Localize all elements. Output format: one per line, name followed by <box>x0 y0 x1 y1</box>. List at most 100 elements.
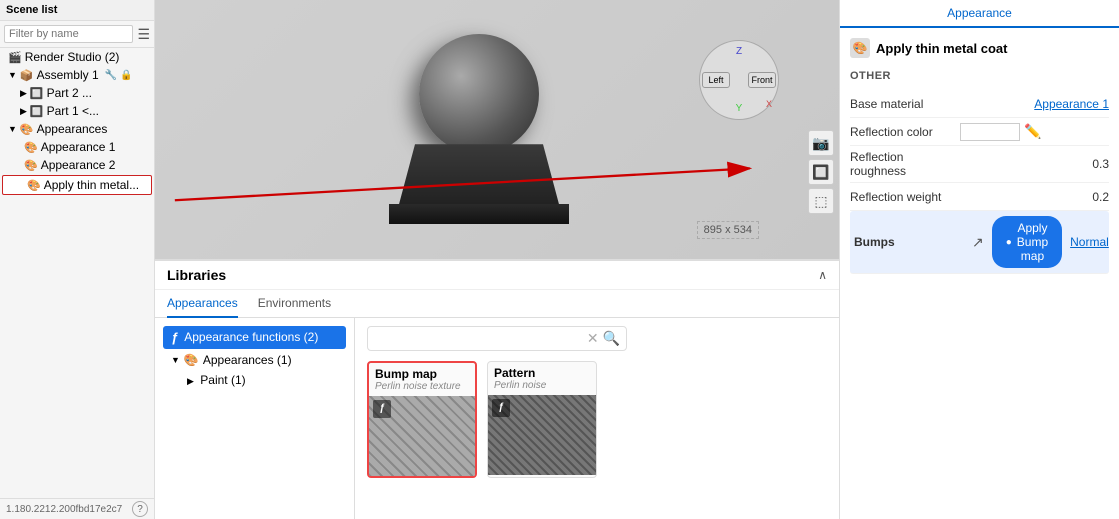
prop-reflection-roughness: Reflection roughness 0.3 <box>850 146 1109 183</box>
libraries-collapse-icon[interactable]: ∧ <box>818 268 827 282</box>
tab-appearance[interactable]: Appearance <box>840 0 1119 28</box>
tree-item-render-studio[interactable]: 🎬 Render Studio (2) <box>0 48 154 66</box>
prop-value-base-material[interactable]: Appearance 1 <box>960 97 1109 111</box>
prop-base-material: Base material Appearance 1 <box>850 90 1109 118</box>
item-name: Pattern <box>494 366 590 380</box>
expand-arrow-icon: ▼ <box>8 70 17 80</box>
orientation-gizmo[interactable]: Z Y Left Front X <box>699 40 779 120</box>
wrench-icon: 🔧 <box>105 70 117 81</box>
scene-list-header: Scene list <box>0 0 154 21</box>
appearance-icon: 🎨 <box>24 159 38 172</box>
viewport-tool-btn-3[interactable]: ⬚ <box>808 188 834 214</box>
gizmo-z-label: Z <box>736 46 742 57</box>
libraries-main-content: perlin ✕ 🔍 Bump map Perlin noise texture <box>355 318 839 519</box>
item-thumbnail: ƒ <box>488 395 596 475</box>
tree-item-apply-thin-metal[interactable]: 🎨 Apply thin metal... <box>2 175 152 195</box>
sidebar-appearance-functions[interactable]: ƒ Appearance functions (2) <box>163 326 346 349</box>
libraries-sidebar: ƒ Appearance functions (2) ▼ 🎨 Appearanc… <box>155 318 355 519</box>
gizmo-x-label: X <box>766 99 772 109</box>
sidebar-filter-bar: ☰ <box>0 21 154 48</box>
item-name: Bump map <box>375 367 469 381</box>
help-button[interactable]: ? <box>132 501 148 517</box>
gizmo-y-label: Y <box>736 103 743 114</box>
tab-appearances[interactable]: Appearances <box>167 290 238 318</box>
pedestal-base-object <box>389 204 569 224</box>
scene-sidebar: Scene list ☰ 🎬 Render Studio (2) ▼ 📦 Ass… <box>0 0 155 519</box>
tree-item-label: Appearance 1 <box>41 140 116 154</box>
filter-menu-icon[interactable]: ☰ <box>137 26 150 43</box>
function-thumb-icon: ƒ <box>373 400 391 418</box>
libraries-content: ƒ Appearance functions (2) ▼ 🎨 Appearanc… <box>155 318 839 519</box>
section-other-header: Other <box>850 70 1109 82</box>
search-submit-icon[interactable]: 🔍 <box>603 330 620 347</box>
sphere-object <box>419 34 539 154</box>
item-card-header: Pattern Perlin noise <box>488 362 596 395</box>
tree-item-label: Apply thin metal... <box>44 178 139 192</box>
reflection-color-edit-icon[interactable]: ✏️ <box>1024 123 1041 140</box>
sidebar-item-label: Appearance functions (2) <box>184 330 318 344</box>
tree-item-label: Appearances <box>37 122 108 136</box>
tree-item-label: Render Studio (2) <box>25 50 120 64</box>
viewport[interactable]: Z Y Left Front X 📷 🔲 ⬚ 895 x 534 <box>155 0 839 259</box>
item-sub: Perlin noise <box>494 380 590 391</box>
center-area: Z Y Left Front X 📷 🔲 ⬚ 895 x 534 <box>155 0 839 519</box>
panel-title-icon: 🎨 <box>850 38 870 58</box>
function-icon: ƒ <box>171 330 178 345</box>
sidebar-paint[interactable]: ▶ Paint (1) <box>163 371 346 389</box>
apply-bump-map-button[interactable]: ● Apply Bump map <box>992 216 1062 268</box>
tree-item-appearance1[interactable]: 🎨 Appearance 1 <box>0 138 154 156</box>
viewport-toolbar: 📷 🔲 ⬚ <box>808 130 834 214</box>
search-input[interactable]: perlin <box>374 331 583 345</box>
reflection-color-swatch[interactable] <box>960 123 1020 141</box>
gizmo-front-face[interactable]: Front <box>748 72 776 88</box>
panel-tabs: Appearance <box>840 0 1119 28</box>
appearances-icon: 🎨 <box>20 123 34 136</box>
prop-value-reflection-roughness: 0.3 <box>960 157 1109 171</box>
item-card-pattern[interactable]: Pattern Perlin noise ƒ <box>487 361 597 478</box>
prop-value-bumps[interactable]: Normal <box>1070 235 1109 249</box>
prop-label-reflection-color: Reflection color <box>850 125 960 139</box>
item-card-bump-map[interactable]: Bump map Perlin noise texture ƒ <box>367 361 477 478</box>
viewport-tool-btn-1[interactable]: 📷 <box>808 130 834 156</box>
tree-item-assembly1[interactable]: ▼ 📦 Assembly 1 🔧 🔒 <box>0 66 154 84</box>
tree-item-label: Assembly 1 <box>37 68 99 82</box>
libraries-panel: Libraries ∧ Appearances Environments ƒ A… <box>155 259 839 519</box>
apply-bump-btn-label: Apply Bump map <box>1017 221 1048 263</box>
lock-icon: 🔒 <box>120 70 132 81</box>
part-icon: 🔲 <box>30 87 44 100</box>
expand-arrow-icon: ▼ <box>171 355 180 365</box>
items-grid: Bump map Perlin noise texture ƒ Pattern <box>367 361 827 478</box>
tree-item-appearances-group[interactable]: ▼ 🎨 Appearances <box>0 120 154 138</box>
search-bar: perlin ✕ 🔍 <box>367 326 627 351</box>
search-clear-icon[interactable]: ✕ <box>587 330 599 347</box>
expand-arrow-icon: ▶ <box>20 88 27 99</box>
version-text: 1.180.2212.200fbd17e2c7 <box>6 504 122 515</box>
gizmo-left-face[interactable]: Left <box>702 72 730 88</box>
expand-arrow-icon: ▶ <box>20 106 27 117</box>
filter-input[interactable] <box>4 25 133 43</box>
sidebar-group-label: Appearances (1) <box>203 353 292 367</box>
prop-label-base-material: Base material <box>850 97 960 111</box>
expand-arrow-icon: ▶ <box>187 376 194 386</box>
function-thumb-icon: ƒ <box>492 399 510 417</box>
tree-item-part2[interactable]: ▶ 🔲 Part 2 ... <box>0 84 154 102</box>
scene-tree: 🎬 Render Studio (2) ▼ 📦 Assembly 1 🔧 🔒 ▶ <box>0 48 154 498</box>
libraries-header: Libraries ∧ <box>155 261 839 290</box>
prop-reflection-color: Reflection color ✏️ <box>850 118 1109 146</box>
prop-label-reflection-roughness: Reflection roughness <box>850 150 960 178</box>
cursor-icon: ↗ <box>972 234 984 251</box>
prop-reflection-weight: Reflection weight 0.2 <box>850 183 1109 211</box>
expand-arrow-icon: ▼ <box>8 124 17 134</box>
panel-content: 🎨 Apply thin metal coat Other Base mater… <box>840 28 1119 519</box>
appearance-icon: 🎨 <box>24 141 38 154</box>
sidebar-appearances-group[interactable]: ▼ 🎨 Appearances (1) <box>163 349 346 371</box>
libraries-title: Libraries <box>167 267 818 283</box>
item-sub: Perlin noise texture <box>375 381 469 392</box>
libraries-tabs: Appearances Environments <box>155 290 839 318</box>
tree-item-appearance2[interactable]: 🎨 Appearance 2 <box>0 156 154 174</box>
tree-item-part1[interactable]: ▶ 🔲 Part 1 <... <box>0 102 154 120</box>
prop-label-bumps: Bumps <box>854 235 964 249</box>
tab-environments[interactable]: Environments <box>258 290 331 318</box>
viewport-tool-btn-2[interactable]: 🔲 <box>808 159 834 185</box>
appearance-icon: 🎨 <box>27 179 41 192</box>
